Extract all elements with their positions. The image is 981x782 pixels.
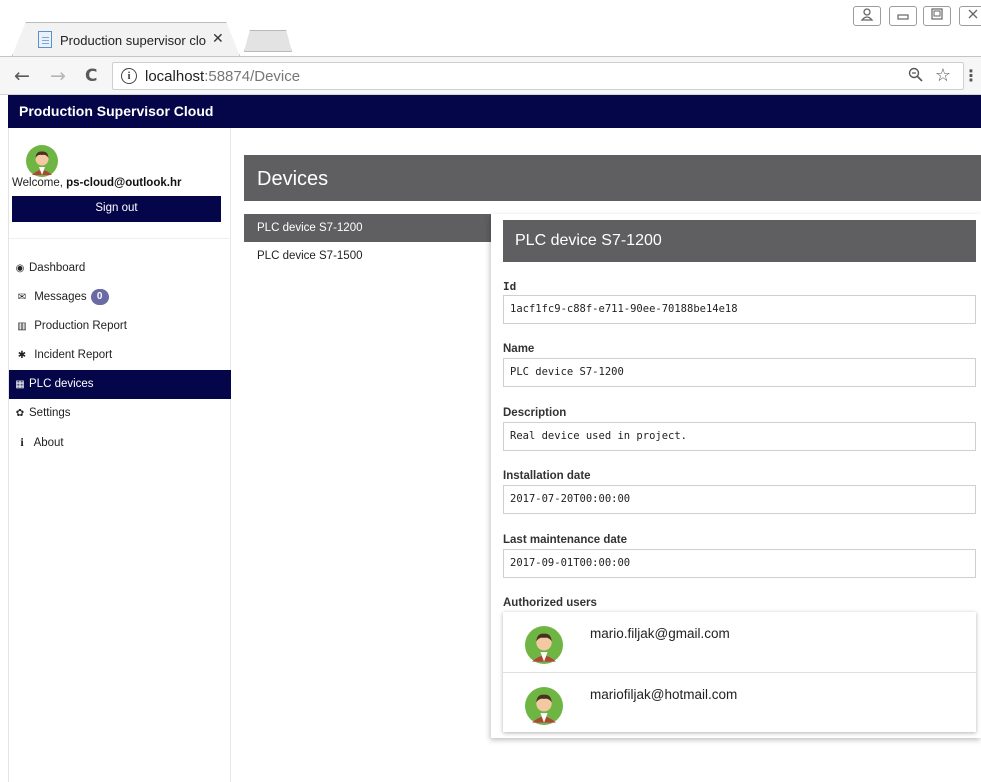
dashboard-icon: ◉ <box>15 263 25 274</box>
last-maintenance-date-field[interactable]: 2017-09-01T00:00:00 <box>503 549 976 578</box>
info-icon: i <box>20 435 24 449</box>
address-bar[interactable]: i localhost:58874/Device ☆ <box>112 62 964 90</box>
installation-date-label: Installation date <box>503 470 591 482</box>
sidebar-item-label: Messages <box>34 291 87 303</box>
sidebar-item-label: Production Report <box>34 320 127 332</box>
detail-header: PLC device S7-1200 <box>503 220 976 262</box>
name-label: Name <box>503 343 535 355</box>
tab-title[interactable]: Production supervisor clo <box>60 33 210 48</box>
authorized-users-label: Authorized users <box>503 597 597 609</box>
sidebar: Welcome, ps-cloud@outlook.hr Sign out ◉ D… <box>9 128 231 782</box>
close-window-icon[interactable] <box>959 6 981 26</box>
sidebar-item-label: Incident Report <box>34 349 113 361</box>
sidebar-item-label: PLC devices <box>29 378 94 390</box>
url-text[interactable]: localhost:58874/Device <box>145 68 300 85</box>
back-icon[interactable]: ← <box>14 65 30 87</box>
sidebar-item-dashboard[interactable]: ◉ Dashboard <box>9 254 231 283</box>
sidebar-divider <box>9 238 230 239</box>
device-item-s7-1500[interactable]: PLC device S7-1500 <box>244 242 492 270</box>
sidebar-item-incident-report[interactable]: ✱ Incident Report <box>9 341 231 370</box>
last-maintenance-date-label: Last maintenance date <box>503 534 627 546</box>
gear-icon: ✿ <box>15 408 25 419</box>
avatar <box>525 687 563 725</box>
device-detail-panel: PLC device S7-1200 Id 1acf1fc9-c88f-e711… <box>491 214 981 738</box>
welcome-text: Welcome, ps-cloud@outlook.hr <box>12 177 181 189</box>
bookmark-star-icon[interactable]: ☆ <box>935 65 951 86</box>
bar-chart-icon: ▥ <box>17 321 27 332</box>
sidebar-item-settings[interactable]: ✿ Settings <box>9 399 231 428</box>
sidebar-item-label: About <box>33 437 64 449</box>
devices-header: Devices <box>244 155 981 201</box>
maximize-icon[interactable] <box>923 6 951 26</box>
url-host: localhost <box>145 68 205 85</box>
sidebar-nav: ◉ Dashboard ✉ Messages 0 ▥ Production Repo… <box>9 254 231 457</box>
list-item[interactable]: mario.filjak@gmail.com <box>503 612 976 672</box>
page-title: Devices <box>257 168 329 190</box>
avatar <box>26 145 58 177</box>
app-title[interactable]: Production Supervisor Cloud <box>19 103 213 119</box>
envelope-icon: ✉ <box>17 292 27 303</box>
description-field[interactable]: Real device used in project. <box>503 422 976 451</box>
device-item-s7-1200[interactable]: PLC device S7-1200 <box>244 214 492 242</box>
app-navbar: Production Supervisor Cloud <box>8 95 981 128</box>
welcome-prefix: Welcome, <box>12 177 67 189</box>
messages-count-badge: 0 <box>90 288 109 305</box>
minimize-icon[interactable] <box>889 6 917 26</box>
sidebar-item-about[interactable]: i About <box>9 428 231 457</box>
database-icon: ▦ <box>15 379 25 390</box>
sidebar-item-label: Dashboard <box>29 262 86 274</box>
device-list: PLC device S7-1200 PLC device S7-1500 <box>244 214 492 270</box>
site-info-icon[interactable]: i <box>121 68 137 84</box>
tab-close-icon[interactable]: ✕ <box>212 31 224 47</box>
person-icon[interactable] <box>853 6 881 26</box>
forward-icon[interactable]: → <box>50 65 66 87</box>
id-label: Id <box>503 280 517 293</box>
description-label: Description <box>503 407 567 419</box>
authorized-users-list: mario.filjak@gmail.com mariofiljak@hotma… <box>503 612 976 732</box>
browser-menu-icon[interactable]: ⋮ <box>963 66 979 85</box>
zoom-icon[interactable] <box>908 67 923 86</box>
browser-window: Production supervisor clo ✕ ← → C i loca… <box>0 0 981 782</box>
name-field[interactable]: PLC device S7-1200 <box>503 358 976 387</box>
incident-icon: ✱ <box>17 350 27 361</box>
avatar <box>525 626 563 664</box>
page-favicon-icon <box>38 31 52 48</box>
sidebar-item-plc-devices[interactable]: ▦ PLC devices <box>9 370 231 399</box>
url-path: :58874/Device <box>204 68 301 85</box>
sidebar-item-messages[interactable]: ✉ Messages 0 <box>9 283 231 312</box>
new-tab-button[interactable] <box>244 30 292 52</box>
tab-strip: Production supervisor clo ✕ <box>0 0 981 62</box>
sidebar-item-label: Settings <box>29 407 71 419</box>
installation-date-field[interactable]: 2017-07-20T00:00:00 <box>503 485 976 514</box>
detail-title: PLC device S7-1200 <box>515 232 662 249</box>
user-email: ps-cloud@outlook.hr <box>66 177 182 189</box>
user-email: mariofiljak@hotmail.com <box>590 687 738 702</box>
browser-toolbar: ← → C i localhost:58874/Device ☆ ⋮ <box>0 56 981 95</box>
reload-icon[interactable]: C <box>85 66 97 86</box>
id-field[interactable]: 1acf1fc9-c88f-e711-90ee-70188be14e18 <box>503 295 976 324</box>
user-email: mario.filjak@gmail.com <box>590 626 730 641</box>
sign-out-button[interactable]: Sign out <box>12 196 221 222</box>
sidebar-item-production-report[interactable]: ▥ Production Report <box>9 312 231 341</box>
list-item[interactable]: mariofiljak@hotmail.com <box>503 672 976 732</box>
